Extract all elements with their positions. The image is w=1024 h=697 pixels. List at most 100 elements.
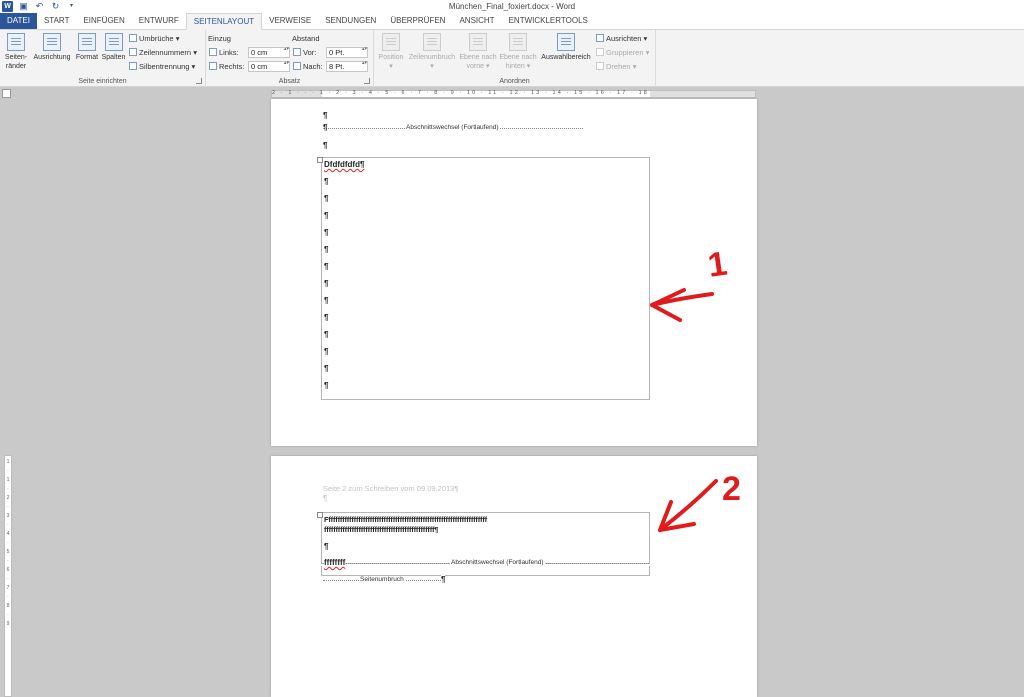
nach-label: Nach:	[293, 61, 323, 72]
vor-label: Vor:	[293, 47, 316, 58]
selection-pane-icon	[557, 33, 575, 51]
einzug-label: Einzug	[208, 34, 231, 43]
position-icon	[382, 33, 400, 51]
ebene-nach-vorne-button[interactable]: Ebene nach vorne ▾	[458, 33, 498, 71]
pilcrow: ¶	[324, 313, 329, 322]
pilcrow: ¶	[324, 245, 329, 254]
vertical-ruler-numbers: 1 · 1 · 2 · 3 · 4 · 5 · 6 · 7 · 8 · 9	[6, 459, 10, 627]
group-seite-einrichten: Seiten- ränder Ausrichtung Format Spalte…	[0, 30, 206, 87]
ebene-nach-hinten-button[interactable]: Ebene nach hinten ▾	[498, 33, 538, 71]
frame1-heading: Dfdfdfdfd¶	[324, 160, 365, 169]
rechts-label: Rechts:	[209, 61, 244, 72]
links-input[interactable]: 0 cm	[248, 47, 290, 58]
size-icon	[78, 33, 96, 51]
bring-forward-icon	[469, 33, 487, 51]
section-break-1: ¶ Abschnittswechsel (Fortlaufend)	[323, 123, 583, 134]
pilcrow: ¶	[323, 141, 328, 150]
pilcrow: ¶	[324, 296, 329, 305]
document-page-2[interactable]: Seite 2 zum Schreiben vom 09.09.2013¶ ¶ …	[271, 456, 757, 697]
group-anordnen: Position ▾ Zeilenumbruch ▾ Ebene nach vorn…	[374, 30, 656, 87]
tab-entwurf[interactable]: ENTWURF	[132, 13, 186, 29]
tab-einfuegen[interactable]: EINFÜGEN	[76, 13, 131, 29]
silbentrennung-button[interactable]: Silbentrennung ▾	[129, 61, 195, 72]
title-bar: W ▣ ↶ ↻ ▾ München_Final_foxiert.docx - W…	[0, 0, 1024, 14]
drehen-button[interactable]: Drehen ▾	[596, 61, 636, 72]
spacing-before-icon	[293, 48, 301, 56]
pilcrow: ¶	[323, 111, 328, 120]
zeilenumbruch-button[interactable]: Zeilenumbruch ▾	[406, 33, 458, 71]
nach-input[interactable]: 8 Pt.	[326, 61, 368, 72]
ausrichten-button[interactable]: Ausrichten ▾	[596, 33, 647, 44]
frame2-line-1: Ffffffffffffffffffffffffffffffffffffffff…	[324, 515, 487, 524]
tab-sendungen[interactable]: SENDUNGEN	[318, 13, 383, 29]
umbrueche-button[interactable]: Umbrüche ▾	[129, 33, 179, 44]
pilcrow: ¶	[324, 194, 329, 203]
rotate-icon	[596, 62, 604, 70]
absatz-launcher-icon[interactable]	[364, 78, 370, 84]
frame2-line-2: ffffffffffffffffffffffffffffffffffffffff…	[324, 525, 439, 534]
abstand-label: Abstand	[292, 34, 320, 43]
seite-einrichten-launcher-icon[interactable]	[196, 78, 202, 84]
indent-right-icon	[209, 62, 217, 70]
vor-input[interactable]: 0 Pt.	[326, 47, 368, 58]
margins-icon	[7, 33, 25, 51]
position-button[interactable]: Position ▾	[374, 33, 408, 71]
tab-start[interactable]: START	[37, 13, 76, 29]
page-break: Seitenumbruch ¶	[323, 575, 446, 586]
pilcrow: ¶	[324, 177, 329, 186]
pilcrow: ¶	[324, 542, 329, 551]
pilcrow: ¶	[324, 262, 329, 271]
tab-selector[interactable]	[2, 89, 11, 98]
align-icon	[596, 34, 604, 42]
frame-anchor-icon[interactable]	[317, 512, 323, 518]
auswahlbereich-button[interactable]: Auswahlbereich	[539, 33, 593, 62]
header-pilcrow: ¶	[323, 494, 328, 503]
group-absatz: Einzug Abstand Links: 0 cm Rechts: 0 cm …	[206, 30, 374, 87]
page2-header: Seite 2 zum Schreiben vom 09.09.2013¶	[323, 484, 459, 493]
text-frame-1[interactable]: Dfdfdfdfd¶ ¶ ¶ ¶ ¶ ¶ ¶ ¶ ¶ ¶ ¶ ¶ ¶ ¶	[317, 157, 650, 400]
line-numbers-icon	[129, 48, 137, 56]
document-page-1[interactable]: ¶ ¶ Abschnittswechsel (Fortlaufend) ¶ Df…	[271, 99, 757, 446]
group-label-anordnen: Anordnen	[499, 78, 530, 85]
columns-icon	[104, 33, 123, 51]
group-label-seite-einrichten: Seite einrichten	[78, 78, 127, 85]
pilcrow: ¶	[324, 211, 329, 220]
window-title: München_Final_foxiert.docx - Word	[448, 2, 576, 11]
horizontal-ruler[interactable]: 2 · 1 · · · 1 · 2 · 3 · 4 · 5 · 6 · 7 · …	[271, 90, 756, 98]
send-backward-icon	[509, 33, 527, 51]
group-label-absatz: Absatz	[278, 78, 301, 85]
tab-seitenlayout[interactable]: SEITENLAYOUT	[185, 13, 263, 30]
text-frame-2[interactable]: Ffffffffffffffffffffffffffffffffffffffff…	[317, 512, 650, 568]
spalten-button[interactable]: Spalten	[100, 33, 127, 62]
pilcrow: ¶	[324, 279, 329, 288]
wrap-text-icon	[423, 33, 441, 51]
gruppieren-button[interactable]: Gruppieren ▾	[596, 47, 649, 58]
pilcrow: ¶	[324, 330, 329, 339]
pilcrow: ¶	[324, 364, 329, 373]
tab-entwicklertools[interactable]: ENTWICKLERTOOLS	[502, 13, 595, 29]
rechts-input[interactable]: 0 cm	[248, 61, 290, 72]
ausrichtung-button[interactable]: Ausrichtung	[31, 33, 73, 62]
group-icon	[596, 48, 604, 56]
ribbon: Seiten- ränder Ausrichtung Format Spalte…	[0, 30, 1024, 87]
ribbon-tabs: DATEI START EINFÜGEN ENTWURF SEITENLAYOU…	[0, 13, 1024, 30]
orientation-icon	[43, 33, 61, 51]
zeilennummern-button[interactable]: Zeilennummern ▾	[129, 47, 197, 58]
tab-ueberpruefen[interactable]: ÜBERPRÜFEN	[383, 13, 452, 29]
tab-datei[interactable]: DATEI	[0, 13, 37, 29]
tab-ansicht[interactable]: ANSICHT	[452, 13, 501, 29]
vertical-ruler[interactable]: 1 · 1 · 2 · 3 · 4 · 5 · 6 · 7 · 8 · 9	[4, 455, 12, 697]
indent-left-icon	[209, 48, 217, 56]
ruler-numbers: 2 · 1 · · · 1 · 2 · 3 · 4 · 5 · 6 · 7 · …	[272, 90, 649, 96]
pilcrow: ¶	[324, 228, 329, 237]
frame-anchor-icon[interactable]	[317, 157, 323, 163]
format-button[interactable]: Format	[74, 33, 100, 62]
pilcrow: ¶	[324, 381, 329, 390]
spacing-after-icon	[293, 62, 301, 70]
tab-verweise[interactable]: VERWEISE	[262, 13, 318, 29]
pilcrow: ¶	[324, 347, 329, 356]
seitenraender-button[interactable]: Seiten- ränder	[2, 33, 30, 71]
breaks-icon	[129, 34, 137, 42]
frame-2-extension	[321, 566, 650, 576]
links-label: Links:	[209, 47, 239, 58]
